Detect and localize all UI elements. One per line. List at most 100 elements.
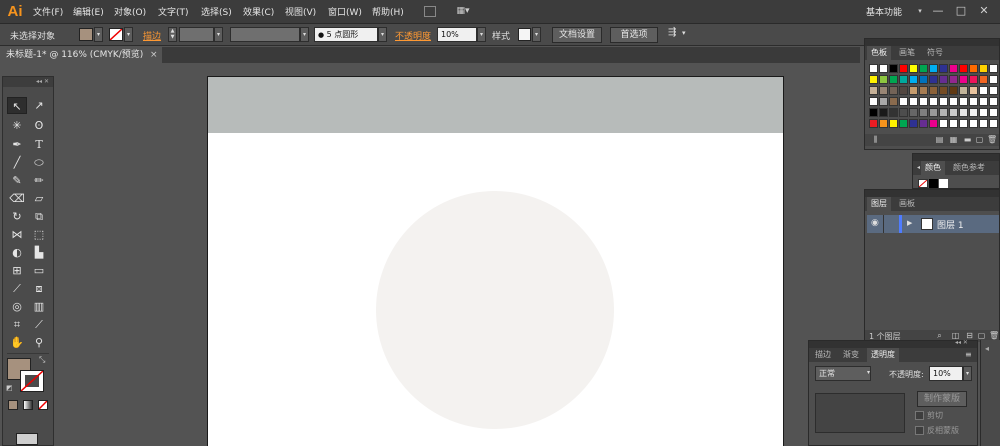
menu-select[interactable]: 选择(S) — [201, 5, 232, 18]
blend-mode-select[interactable]: 正常 — [815, 366, 871, 381]
rotate-tool-icon[interactable]: ↻ — [7, 208, 27, 225]
color-swatch[interactable] — [979, 75, 988, 84]
menu-effect[interactable]: 效果(C) — [243, 5, 274, 18]
color-swatch[interactable] — [969, 108, 978, 117]
color-swatch[interactable] — [929, 97, 938, 106]
color-swatch[interactable] — [889, 97, 898, 106]
color-swatch[interactable] — [969, 86, 978, 95]
tab-gradient[interactable]: 渐变 — [839, 348, 863, 362]
menu-file[interactable]: 文件(F) — [33, 5, 63, 18]
delete-layer-icon[interactable]: 🗑 — [989, 331, 999, 340]
color-swatch[interactable] — [879, 86, 888, 95]
color-swatch[interactable] — [899, 86, 908, 95]
new-layer-icon[interactable]: ▢ — [977, 331, 986, 340]
lasso-tool-icon[interactable]: ʘ — [29, 117, 49, 134]
artboard[interactable] — [207, 76, 784, 446]
header-rectangle[interactable] — [208, 77, 783, 133]
eraser-tool-icon[interactable]: ▱ — [29, 190, 49, 207]
expand-dock-icon[interactable]: ◂ — [985, 344, 989, 353]
zoom-tool-icon[interactable]: ⚲ — [29, 334, 49, 351]
color-swatch[interactable] — [989, 64, 998, 73]
color-swatch[interactable] — [959, 119, 968, 128]
color-swatch[interactable] — [949, 119, 958, 128]
panel-menu-icon[interactable]: ≡ — [961, 348, 976, 362]
collapse-panel-icon[interactable]: ◂◂ ✕ — [955, 339, 968, 346]
color-swatch[interactable] — [939, 119, 948, 128]
stroke-weight-field[interactable] — [179, 27, 214, 42]
stroke-swatch[interactable] — [109, 28, 123, 41]
color-swatch[interactable] — [879, 119, 888, 128]
color-swatch[interactable] — [959, 75, 968, 84]
color-swatch[interactable] — [909, 97, 918, 106]
color-swatch[interactable] — [899, 75, 908, 84]
color-swatch[interactable] — [889, 86, 898, 95]
default-colors-icon[interactable]: ◩ — [6, 384, 13, 392]
profile-dropdown-icon[interactable]: ▾ — [300, 27, 309, 42]
brush-dropdown-icon[interactable]: ▾ — [378, 27, 387, 42]
new-color-group-icon[interactable]: ▬ — [963, 135, 972, 144]
gradient-tool-icon[interactable]: ▭ — [29, 262, 49, 279]
color-swatch[interactable] — [879, 97, 888, 106]
bridge-icon[interactable] — [424, 6, 436, 17]
menu-edit[interactable]: 编辑(E) — [73, 5, 104, 18]
menu-help[interactable]: 帮助(H) — [372, 5, 404, 18]
color-swatch[interactable] — [989, 75, 998, 84]
color-white-icon[interactable] — [939, 179, 948, 188]
color-swatch[interactable] — [919, 119, 928, 128]
color-swatch[interactable] — [979, 108, 988, 117]
new-swatch-icon[interactable]: ▢ — [975, 135, 984, 144]
color-swatch[interactable] — [869, 97, 878, 106]
maximize-icon[interactable]: □ — [953, 3, 969, 19]
menu-object[interactable]: 对象(O) — [114, 5, 146, 18]
panel-grip[interactable] — [865, 190, 999, 197]
pen-tool-icon[interactable]: ✒ — [7, 136, 27, 153]
menu-type[interactable]: 文字(T) — [158, 5, 189, 18]
minimize-icon[interactable]: — — [930, 3, 946, 19]
document-close-icon[interactable]: × — [150, 47, 158, 63]
graphic-style-swatch[interactable] — [518, 28, 531, 41]
delete-swatch-icon[interactable]: 🗑 — [987, 135, 997, 144]
color-swatch[interactable] — [989, 108, 998, 117]
workspace-dropdown-icon[interactable]: ▾ — [912, 3, 928, 19]
color-swatch[interactable] — [929, 75, 938, 84]
color-swatch[interactable] — [939, 64, 948, 73]
color-swatch[interactable] — [969, 75, 978, 84]
color-swatch[interactable] — [909, 75, 918, 84]
color-swatch[interactable] — [989, 119, 998, 128]
tab-swatches[interactable]: 色板 — [867, 46, 891, 60]
visibility-eye-icon[interactable]: ◉ — [871, 218, 879, 228]
color-swatch[interactable] — [969, 97, 978, 106]
color-swatch[interactable] — [879, 64, 888, 73]
fill-dropdown-icon[interactable]: ▾ — [94, 27, 103, 42]
workspace-switcher[interactable]: 基本功能 — [866, 5, 902, 18]
color-swatch[interactable] — [929, 119, 938, 128]
color-swatch[interactable] — [869, 108, 878, 117]
panel-grip[interactable] — [865, 39, 999, 46]
color-swatch[interactable] — [909, 108, 918, 117]
style-dropdown-icon[interactable]: ▾ — [532, 27, 541, 42]
color-swatch[interactable] — [989, 86, 998, 95]
menu-window[interactable]: 窗口(W) — [328, 5, 362, 18]
color-swatch[interactable] — [869, 119, 878, 128]
tab-color[interactable]: 颜色 — [921, 161, 945, 175]
stroke-weight-stepper[interactable]: ▲ ▼ — [168, 27, 177, 42]
color-swatch[interactable] — [929, 64, 938, 73]
color-swatch[interactable] — [889, 108, 898, 117]
color-swatch[interactable] — [899, 119, 908, 128]
swatch-options-icon[interactable]: ▦ — [949, 135, 958, 144]
color-swatch[interactable] — [879, 108, 888, 117]
tab-artboards[interactable]: 画板 — [895, 197, 919, 211]
color-swatch[interactable] — [949, 64, 958, 73]
tab-layers[interactable]: 图层 — [867, 197, 891, 211]
color-swatch[interactable] — [939, 75, 948, 84]
blob-brush-tool-icon[interactable]: ⌫ — [7, 190, 27, 207]
eyedropper-tool-icon[interactable]: ⟋ — [7, 280, 27, 297]
shape-builder-tool-icon[interactable]: ◐ — [7, 244, 27, 261]
pencil-tool-icon[interactable]: ✏ — [29, 172, 49, 189]
color-swatch[interactable] — [869, 86, 878, 95]
blend-tool-icon[interactable]: ⧈ — [29, 280, 49, 297]
show-swatch-kinds-icon[interactable]: ▤ — [935, 135, 944, 144]
stroke-weight-dropdown-icon[interactable]: ▾ — [214, 27, 223, 42]
tab-transparency[interactable]: 透明度 — [867, 348, 899, 362]
color-swatch[interactable] — [879, 75, 888, 84]
